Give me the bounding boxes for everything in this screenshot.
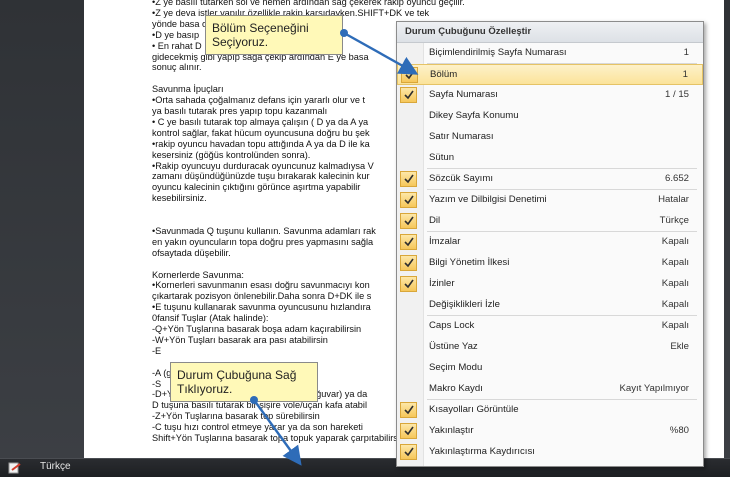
callout-arrow-icon [250,29,419,466]
